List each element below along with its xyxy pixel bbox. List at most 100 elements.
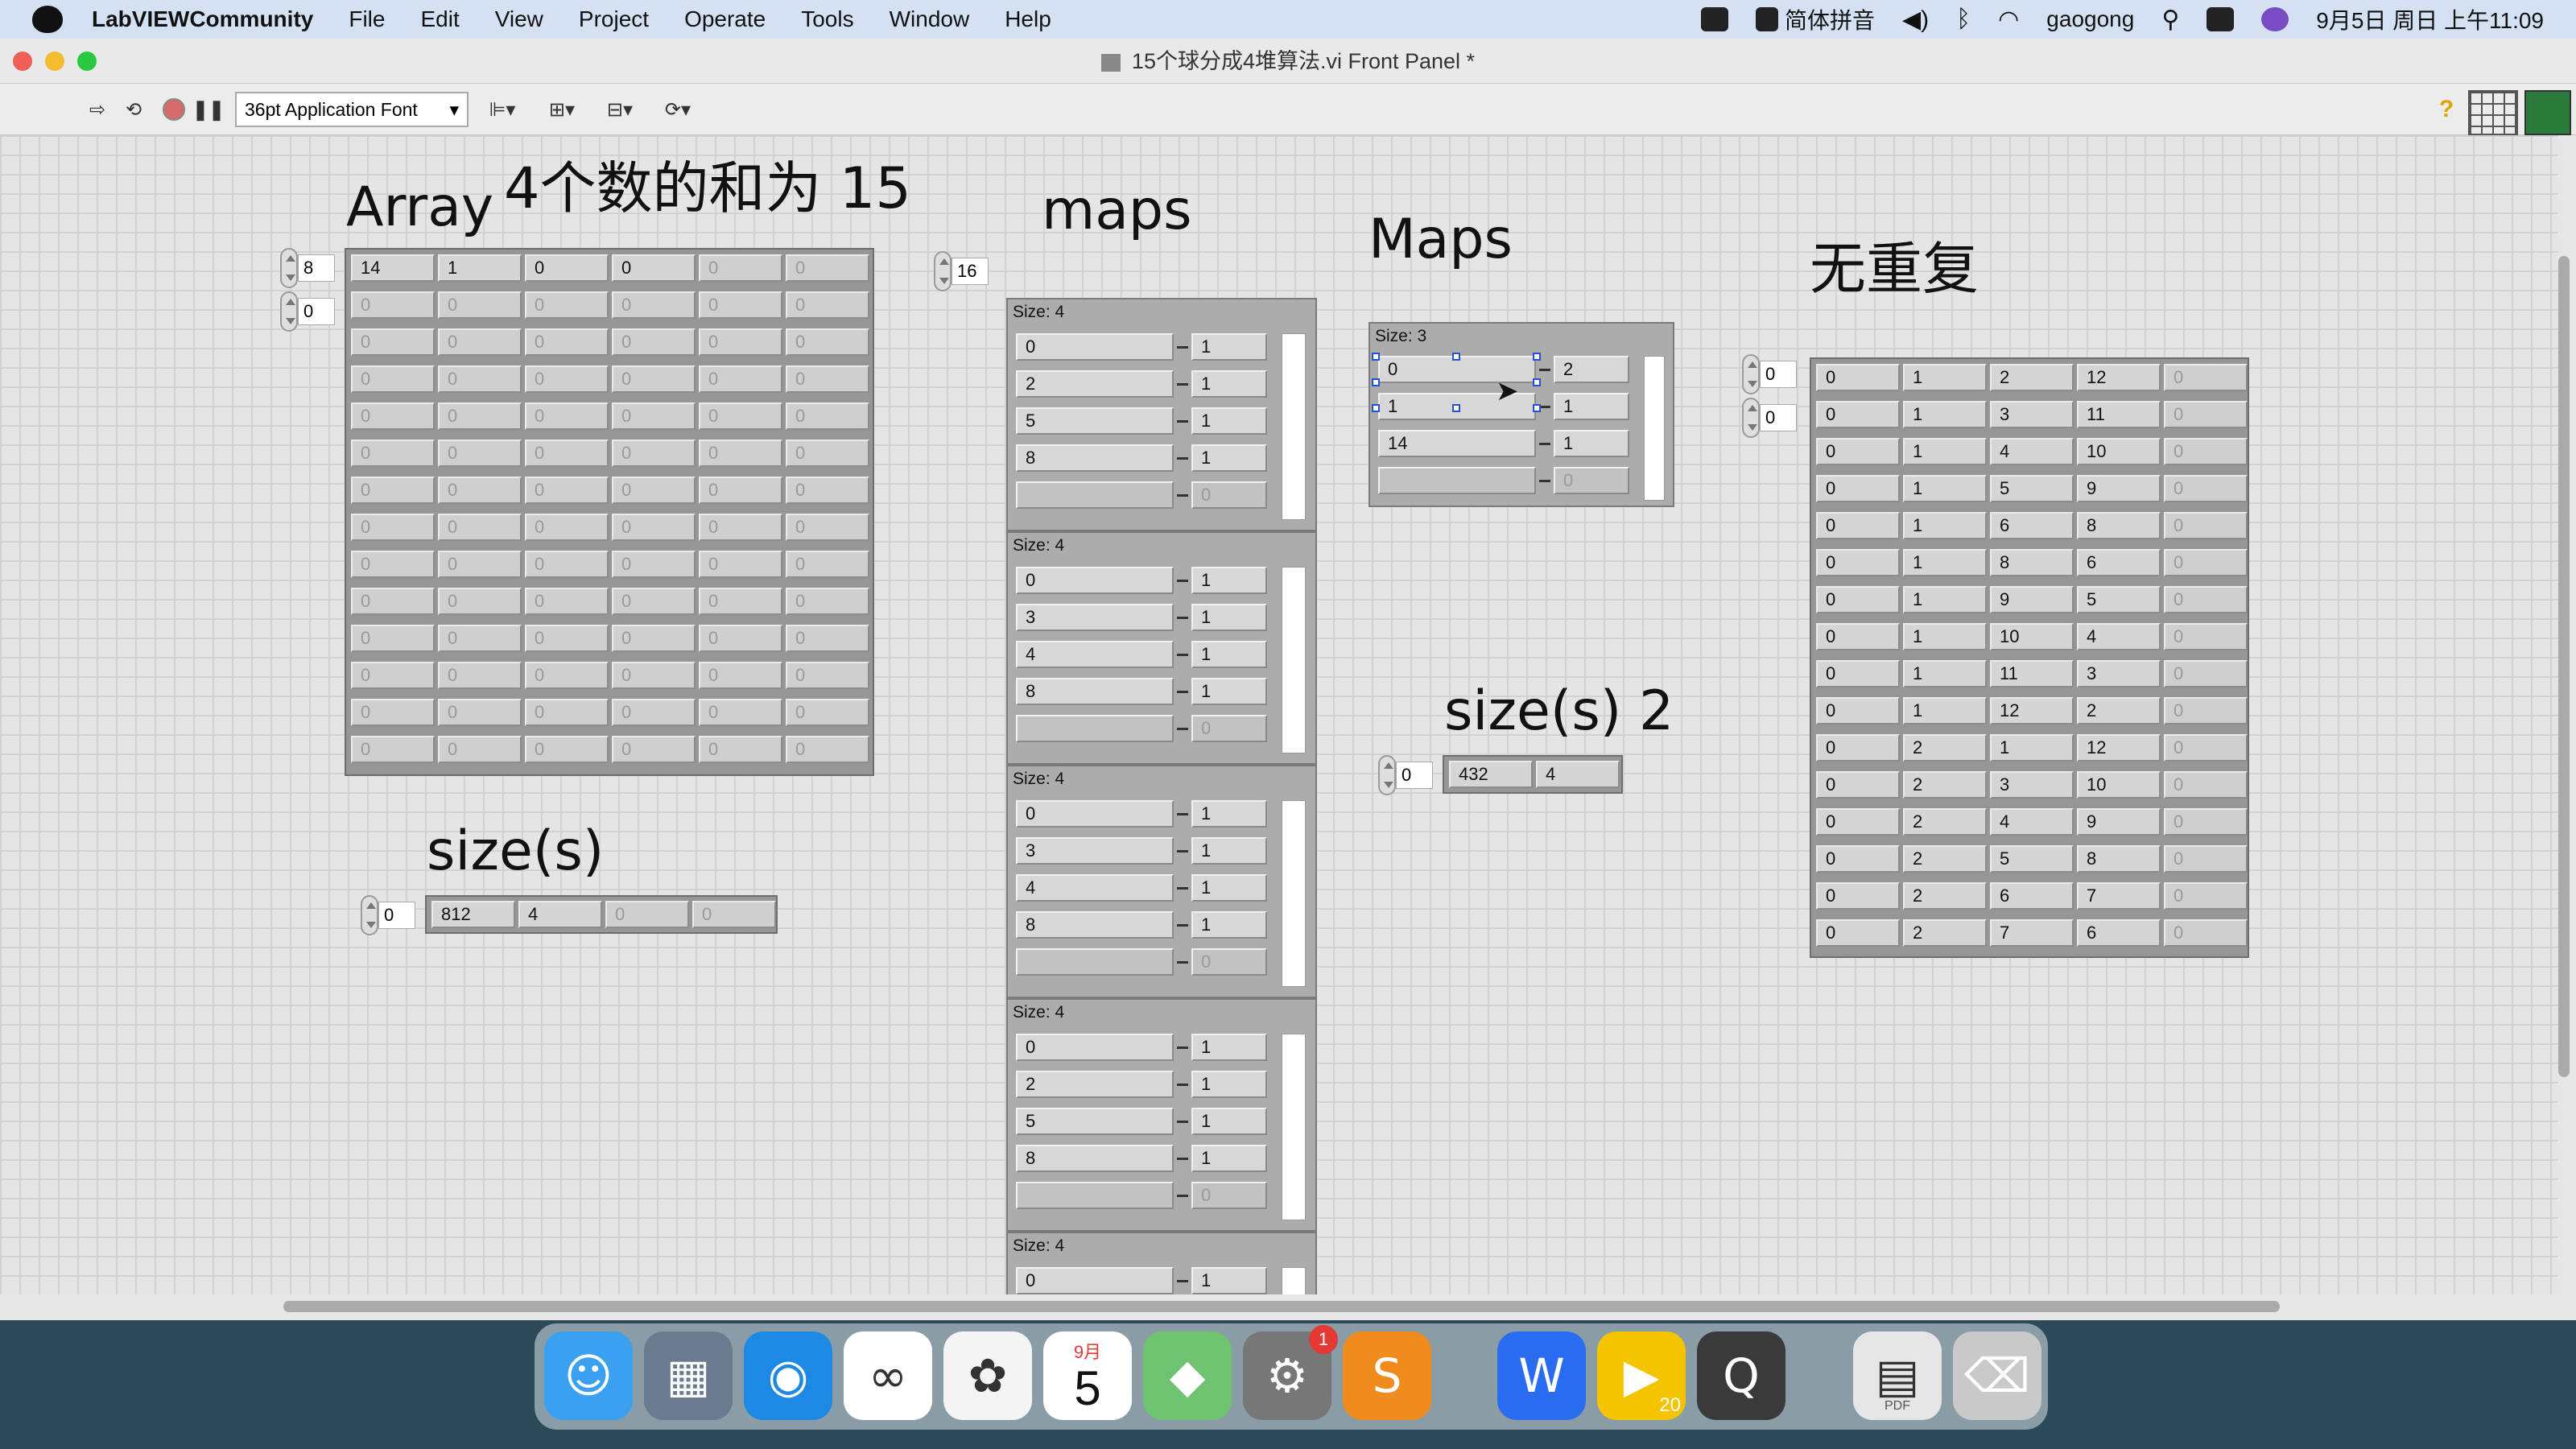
array-cell[interactable]: 0 — [786, 328, 869, 356]
map-key[interactable]: 2 — [1016, 1071, 1174, 1098]
control-center-icon[interactable] — [2207, 7, 2235, 31]
map-element[interactable]: Size: 4013141810 — [1006, 765, 1317, 998]
sizes-cell[interactable]: 0 — [605, 901, 689, 928]
array-cell[interactable]: 0 — [351, 625, 435, 652]
array-cell[interactable]: 1 — [438, 254, 522, 282]
array-cell[interactable]: 0 — [351, 588, 435, 615]
map-key[interactable] — [1016, 1182, 1174, 1209]
array-cell[interactable]: 0 — [438, 551, 522, 578]
array-cell[interactable]: 0 — [438, 662, 522, 689]
array-cell[interactable]: 0 — [786, 477, 869, 504]
array-cell[interactable]: 0 — [699, 551, 782, 578]
no-dup-row-index[interactable]: 0 — [1742, 354, 1797, 394]
map-scrollbar[interactable] — [1282, 333, 1306, 520]
sizes-cell[interactable]: 4 — [518, 901, 602, 928]
index-spinner-icon[interactable] — [1378, 755, 1396, 795]
screen-record-icon[interactable] — [1701, 7, 1729, 31]
safari-icon[interactable]: ◉ — [744, 1331, 832, 1420]
calendar-icon[interactable]: 9月 5 — [1043, 1331, 1132, 1420]
map-value[interactable]: 0 — [1191, 481, 1267, 509]
array-cell[interactable]: 0 — [351, 440, 435, 467]
trash-icon[interactable]: ⌫ — [1953, 1331, 2041, 1420]
map-value[interactable]: 1 — [1191, 800, 1267, 828]
array-cell[interactable]: 0 — [438, 440, 522, 467]
array-cell[interactable]: 0 — [612, 662, 696, 689]
user-name[interactable]: gaogong — [2046, 6, 2134, 32]
array-cell[interactable]: 0 — [699, 662, 782, 689]
map-value[interactable]: 1 — [1191, 1108, 1267, 1135]
no-dup-cell[interactable]: 0 — [2164, 919, 2248, 947]
vertical-scrollbar[interactable] — [2558, 256, 2570, 1077]
array-cell[interactable]: 0 — [699, 402, 782, 430]
map-value[interactable]: 1 — [1191, 604, 1267, 631]
no-dup-cell[interactable]: 12 — [2077, 734, 2161, 762]
index-spinner-icon[interactable] — [280, 291, 298, 332]
array-cell[interactable]: 14 — [351, 254, 435, 282]
array-cell[interactable]: 0 — [351, 514, 435, 541]
pause-icon[interactable]: ❚❚ — [192, 95, 225, 124]
minimize-window-button[interactable] — [45, 52, 64, 71]
array-cell[interactable]: 0 — [786, 662, 869, 689]
selection-handle[interactable] — [1452, 353, 1460, 361]
map-key[interactable]: 8 — [1016, 911, 1174, 939]
array-col-index[interactable]: 0 — [280, 291, 335, 332]
no-dup-cell[interactable]: 9 — [2077, 475, 2161, 502]
selection-handle[interactable] — [1372, 404, 1380, 412]
sizes-index[interactable]: 0 — [361, 895, 415, 935]
map-key[interactable] — [1378, 467, 1536, 494]
context-help-icon[interactable]: ? — [2434, 95, 2458, 124]
siri-icon[interactable] — [2261, 7, 2289, 31]
array-cell[interactable]: 0 — [612, 328, 696, 356]
photos-icon[interactable]: ✿ — [943, 1331, 1032, 1420]
array-cell[interactable]: 0 — [351, 551, 435, 578]
sizes2-index-value[interactable]: 0 — [1396, 762, 1433, 789]
map-value[interactable]: 1 — [1191, 641, 1267, 668]
array-cell[interactable]: 0 — [786, 551, 869, 578]
maps-index-value[interactable]: 16 — [952, 258, 989, 285]
array-cell[interactable]: 0 — [351, 662, 435, 689]
array-cell[interactable]: 0 — [351, 291, 435, 319]
array-cell[interactable]: 0 — [786, 365, 869, 393]
no-dup-cell[interactable]: 1 — [1903, 475, 1987, 502]
selection-handle[interactable] — [1533, 378, 1541, 386]
array-cell[interactable]: 0 — [612, 736, 696, 763]
map-key[interactable]: 2 — [1016, 370, 1174, 398]
menu-window[interactable]: Window — [890, 6, 970, 32]
close-window-button[interactable] — [13, 52, 32, 71]
no-dup-cell[interactable]: 12 — [2077, 364, 2161, 391]
index-spinner-icon[interactable] — [934, 251, 952, 291]
array-col-index-value[interactable]: 0 — [298, 298, 335, 325]
no-dup-cell[interactable]: 0 — [2164, 697, 2248, 724]
run-continuously-icon[interactable]: ⟲ — [118, 95, 150, 124]
keynote-icon[interactable]: ▶ 20 — [1597, 1331, 1686, 1420]
no-dup-cell[interactable]: 0 — [1816, 475, 1900, 502]
array-cell[interactable]: 0 — [699, 699, 782, 726]
map-value[interactable]: 1 — [1191, 444, 1267, 472]
sizes2-cell[interactable]: 432 — [1449, 761, 1533, 788]
no-dup-cell[interactable]: 0 — [2164, 808, 2248, 836]
array-cell[interactable]: 0 — [438, 514, 522, 541]
no-dup-cell[interactable]: 6 — [1990, 882, 2074, 910]
no-dup-cell[interactable]: 0 — [2164, 512, 2248, 539]
selection-handle[interactable] — [1452, 404, 1460, 412]
array-cell[interactable]: 0 — [438, 477, 522, 504]
no-dup-cell[interactable]: 7 — [1990, 919, 2074, 947]
menu-help[interactable]: Help — [1005, 6, 1051, 32]
resize-objects-icon[interactable]: ⊟▾ — [597, 95, 642, 124]
align-objects-icon[interactable]: ⊫▾ — [480, 95, 525, 124]
map-value[interactable]: 0 — [1191, 715, 1267, 742]
baidu-netdisk-icon[interactable]: ∞ — [844, 1331, 932, 1420]
map-value[interactable]: 1 — [1191, 370, 1267, 398]
array-cell[interactable]: 0 — [786, 625, 869, 652]
array-cell[interactable]: 0 — [699, 328, 782, 356]
no-dup-cell[interactable]: 0 — [1816, 697, 1900, 724]
no-dup-cell[interactable]: 11 — [1990, 660, 2074, 687]
no-dup-cell[interactable]: 0 — [1816, 512, 1900, 539]
array-cell[interactable]: 0 — [525, 662, 609, 689]
array-cell[interactable]: 0 — [699, 365, 782, 393]
map-key[interactable] — [1016, 948, 1174, 976]
no-dup-cell[interactable]: 0 — [1816, 549, 1900, 576]
array-cell[interactable]: 0 — [786, 736, 869, 763]
map-key[interactable]: 5 — [1016, 1108, 1174, 1135]
no-dup-col-index-value[interactable]: 0 — [1760, 404, 1797, 431]
